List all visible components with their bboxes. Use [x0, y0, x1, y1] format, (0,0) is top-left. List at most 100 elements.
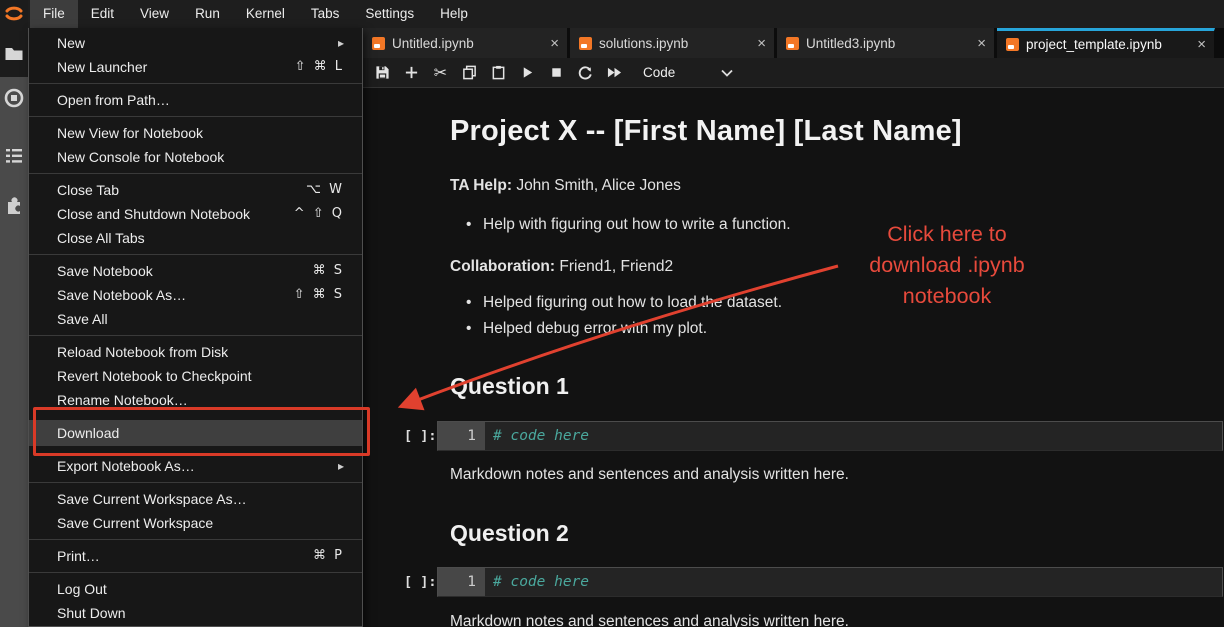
menu-item-export-notebook-as[interactable]: Export Notebook As… — [29, 454, 362, 478]
cell-prompt: [ ]: — [404, 428, 437, 444]
tab-solutions-ipynb[interactable]: solutions.ipynb × — [570, 28, 775, 58]
run-cell-button[interactable] — [513, 60, 542, 86]
restart-run-all-button[interactable] — [600, 60, 629, 86]
collaboration-line: Collaboration: Friend1, Friend2 — [450, 258, 673, 276]
menu-separator — [29, 335, 362, 336]
menu-item-revert-to-checkpoint[interactable]: Revert Notebook to Checkpoint — [29, 364, 362, 388]
tab-untitled-ipynb[interactable]: Untitled.ipynb × — [363, 28, 568, 58]
running-kernels-icon[interactable] — [4, 88, 24, 108]
tab-close-icon[interactable]: × — [977, 37, 986, 50]
menu-separator — [29, 572, 362, 573]
menu-separator — [29, 83, 362, 84]
menu-item-close-all-tabs[interactable]: Close All Tabs — [29, 226, 362, 250]
ta-help-bullets: Help with figuring out how to write a fu… — [466, 216, 791, 242]
menu-item-save-all[interactable]: Save All — [29, 307, 362, 331]
notebook-file-icon — [579, 37, 592, 50]
annotation-line: Click here to — [838, 219, 1056, 250]
list-item: Helped figuring out how to load the data… — [466, 294, 782, 312]
menu-item-print[interactable]: Print…⌘ P — [29, 544, 362, 568]
menu-kernel[interactable]: Kernel — [233, 0, 298, 28]
menu-item-new[interactable]: New — [29, 31, 362, 55]
save-button[interactable] — [368, 60, 397, 86]
menu-separator — [29, 539, 362, 540]
file-menu-dropdown: New New Launcher⇧ ⌘ L Open from Path… Ne… — [28, 28, 363, 627]
question-2-heading: Question 2 — [450, 520, 569, 547]
notebook-title: Project X -- [First Name] [Last Name] — [450, 115, 962, 148]
code-cell[interactable]: 1 # code here — [437, 567, 1223, 597]
menu-item-new-view[interactable]: New View for Notebook — [29, 121, 362, 145]
download-highlight-box — [33, 407, 370, 456]
annotation-line: download .ipynb — [838, 250, 1056, 281]
menu-item-reload-from-disk[interactable]: Reload Notebook from Disk — [29, 340, 362, 364]
collaboration-label: Collaboration: — [450, 258, 555, 275]
add-cell-button[interactable] — [397, 60, 426, 86]
menu-file[interactable]: File — [30, 0, 78, 28]
menu-tabs[interactable]: Tabs — [298, 0, 353, 28]
menu-settings[interactable]: Settings — [352, 0, 427, 28]
paste-cells-button[interactable] — [484, 60, 513, 86]
menu-view[interactable]: View — [127, 0, 182, 28]
tab-label: Untitled.ipynb — [392, 36, 540, 51]
menu-item-log-out[interactable]: Log Out — [29, 577, 362, 601]
menu-separator — [29, 173, 362, 174]
menu-item-save-workspace[interactable]: Save Current Workspace — [29, 511, 362, 535]
ta-help-label: TA Help: — [450, 177, 512, 194]
tab-label: project_template.ipynb — [1026, 37, 1187, 52]
line-number: 1 — [438, 568, 485, 596]
tab-close-icon[interactable]: × — [757, 37, 766, 50]
tab-close-icon[interactable]: × — [550, 37, 559, 50]
cut-cells-button[interactable]: ✂ — [426, 60, 455, 86]
collaboration-bullets: Helped figuring out how to load the data… — [466, 294, 782, 346]
menu-item-close-shutdown[interactable]: Close and Shutdown Notebook^ ⇧ Q — [29, 202, 362, 226]
cell-type-dropdown[interactable]: Code — [643, 65, 733, 80]
line-number: 1 — [438, 422, 485, 450]
cell-type-value: Code — [643, 65, 675, 80]
menu-item-open-from-path[interactable]: Open from Path… — [29, 88, 362, 112]
code-text: # code here — [485, 568, 589, 596]
tab-close-icon[interactable]: × — [1197, 38, 1206, 51]
notebook-file-icon — [372, 37, 385, 50]
jupyter-logo — [0, 0, 28, 28]
menu-item-save-workspace-as[interactable]: Save Current Workspace As… — [29, 487, 362, 511]
markdown-cell-text: Markdown notes and sentences and analysi… — [450, 466, 849, 484]
menu-item-close-tab[interactable]: Close Tab⌥ W — [29, 178, 362, 202]
markdown-cell-text: Markdown notes and sentences and analysi… — [450, 613, 849, 627]
extension-manager-icon[interactable] — [4, 196, 24, 216]
restart-kernel-button[interactable] — [571, 60, 600, 86]
copy-cells-button[interactable] — [455, 60, 484, 86]
notebook-file-icon — [786, 37, 799, 50]
ta-help-line: TA Help: John Smith, Alice Jones — [450, 177, 681, 195]
table-of-contents-icon[interactable] — [4, 146, 24, 166]
tab-label: Untitled3.ipynb — [806, 36, 967, 51]
menu-item-shut-down[interactable]: Shut Down — [29, 601, 362, 625]
menu-item-save-notebook-as[interactable]: Save Notebook As…⇧ ⌘ S — [29, 283, 362, 307]
left-sidebar — [0, 28, 28, 627]
menu-item-save-notebook[interactable]: Save Notebook⌘ S — [29, 259, 362, 283]
ta-help-value: John Smith, Alice Jones — [516, 177, 681, 194]
jupyterlab-window: File Edit View Run Kernel Tabs Settings … — [0, 0, 1224, 627]
tab-label: solutions.ipynb — [599, 36, 747, 51]
menu-help[interactable]: Help — [427, 0, 481, 28]
annotation-text: Click here to download .ipynb notebook — [838, 219, 1056, 312]
file-browser-icon[interactable] — [4, 44, 24, 64]
dock-tab-bar: Untitled.ipynb × solutions.ipynb × Untit… — [363, 28, 1224, 58]
menu-separator — [29, 482, 362, 483]
notebook-toolbar: ✂ Code — [363, 58, 1224, 88]
collaboration-value: Friend1, Friend2 — [559, 258, 673, 275]
menu-separator — [29, 116, 362, 117]
list-item: Help with figuring out how to write a fu… — [466, 216, 791, 234]
menu-item-new-launcher[interactable]: New Launcher⇧ ⌘ L — [29, 55, 362, 79]
code-cell[interactable]: 1 # code here — [437, 421, 1223, 451]
menu-item-new-console[interactable]: New Console for Notebook — [29, 145, 362, 169]
chevron-down-icon — [721, 65, 733, 80]
tab-project-template-ipynb[interactable]: project_template.ipynb × — [997, 28, 1215, 58]
interrupt-kernel-button[interactable] — [542, 60, 571, 86]
annotation-line: notebook — [838, 281, 1056, 312]
tab-untitled3-ipynb[interactable]: Untitled3.ipynb × — [777, 28, 995, 58]
cell-prompt: [ ]: — [404, 574, 437, 590]
scissors-icon: ✂ — [434, 63, 447, 82]
menu-run[interactable]: Run — [182, 0, 233, 28]
menu-edit[interactable]: Edit — [78, 0, 127, 28]
menu-separator — [29, 254, 362, 255]
notebook-file-icon — [1006, 38, 1019, 51]
